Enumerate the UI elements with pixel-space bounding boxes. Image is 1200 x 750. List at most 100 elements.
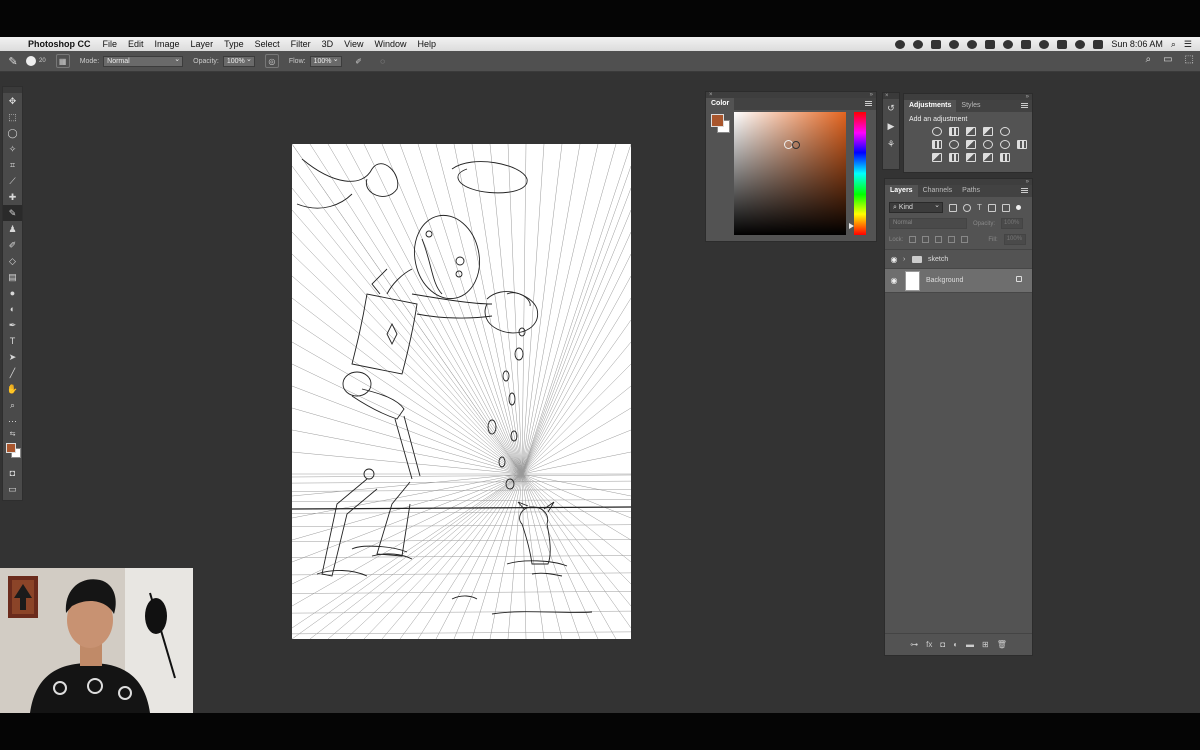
menu-file[interactable]: File (103, 39, 118, 49)
menu-layer[interactable]: Layer (191, 39, 214, 49)
hand-tool-icon[interactable]: ✋ (3, 381, 22, 397)
hue-saturation-icon[interactable] (932, 140, 942, 149)
line-tool-icon[interactable]: ╱ (3, 365, 22, 381)
marquee-tool-icon[interactable]: ⬚ (3, 109, 22, 125)
tab-styles[interactable]: Styles (956, 100, 985, 112)
brush-panel-toggle-icon[interactable]: ▦ (55, 54, 70, 68)
selective-color-icon[interactable] (983, 153, 993, 162)
status-screen-icon[interactable] (931, 39, 942, 49)
status-bluetooth-icon[interactable] (1057, 39, 1068, 49)
channel-mixer-icon[interactable] (1000, 140, 1010, 149)
lock-image-icon[interactable] (922, 236, 930, 243)
tab-channels[interactable]: Channels (918, 185, 958, 197)
posterize-icon[interactable] (949, 153, 959, 162)
healing-brush-tool-icon[interactable]: ✚ (3, 189, 22, 205)
status-eye-icon[interactable] (1003, 39, 1014, 49)
layer-row-sketch[interactable]: ◉ › sketch (885, 250, 1032, 269)
brush-preset-picker[interactable]: 20 (26, 56, 46, 66)
photo-filter-icon[interactable] (983, 140, 993, 149)
lock-all-icon[interactable] (961, 236, 969, 243)
hue-slider[interactable] (854, 112, 866, 235)
color-lookup-icon[interactable] (1017, 140, 1027, 149)
exposure-icon[interactable] (983, 127, 993, 136)
brightness-contrast-icon[interactable] (932, 127, 942, 136)
history-brush-tool-icon[interactable]: ✐ (3, 237, 22, 253)
tab-layers[interactable]: Layers (885, 185, 918, 197)
status-record-icon[interactable] (913, 39, 924, 49)
tab-paths[interactable]: Paths (957, 185, 985, 197)
layer-name[interactable]: sketch (928, 256, 948, 263)
visibility-eye-icon[interactable]: ◉ (885, 255, 903, 264)
delete-layer-icon[interactable]: 🗑 (997, 640, 1007, 649)
quick-mask-icon[interactable]: ◘ (3, 465, 22, 481)
pressure-opacity-icon[interactable]: ◎ (264, 54, 279, 68)
hue-slider-knob-icon[interactable] (849, 223, 854, 229)
vibrance-icon[interactable] (1000, 127, 1010, 136)
layer-name[interactable]: Background (926, 277, 963, 284)
filter-adjustment-icon[interactable] (963, 203, 971, 212)
eraser-tool-icon[interactable]: ◇ (3, 253, 22, 269)
flow-input[interactable]: 100% (309, 55, 342, 67)
layer-lock-icon[interactable] (1016, 276, 1022, 282)
screen-mode-icon[interactable]: ▭ (3, 481, 22, 497)
color-panel-foreground-swatch[interactable] (711, 114, 724, 127)
new-group-icon[interactable]: ▬ (966, 640, 974, 649)
panel-menu-icon[interactable] (865, 101, 872, 106)
status-creative-cloud-icon[interactable] (967, 39, 978, 49)
layer-row-background[interactable]: ◉ Background (885, 269, 1032, 293)
menu-type[interactable]: Type (224, 39, 244, 49)
pressure-size-icon[interactable]: ◌ (376, 54, 390, 68)
layer-style-fx-icon[interactable]: fx (926, 640, 932, 649)
crop-tool-icon[interactable]: ⌗ (3, 157, 22, 173)
search-icon[interactable]: ⌕ (1145, 54, 1151, 65)
lock-position-icon[interactable] (935, 236, 943, 243)
mode-select[interactable]: Normal (103, 55, 184, 67)
brush-settings-panel-icon[interactable]: ⚘ (883, 135, 899, 153)
dodge-tool-icon[interactable]: ◐ (3, 301, 22, 317)
status-app-icon[interactable] (895, 39, 906, 49)
new-adjustment-layer-icon[interactable]: ◐ (953, 640, 958, 649)
menu-view[interactable]: View (344, 39, 363, 49)
visibility-eye-icon[interactable]: ◉ (885, 276, 903, 285)
levels-icon[interactable] (949, 127, 959, 136)
menu-3d[interactable]: 3D (322, 39, 334, 49)
menu-filter[interactable]: Filter (291, 39, 311, 49)
status-time-machine-icon[interactable] (1039, 39, 1050, 49)
gradient-tool-icon[interactable]: ▤ (3, 269, 22, 285)
menu-window[interactable]: Window (374, 39, 406, 49)
invert-icon[interactable] (932, 153, 942, 162)
blur-tool-icon[interactable]: ● (3, 285, 22, 301)
filter-smart-object-icon[interactable] (1001, 203, 1010, 212)
airbrush-icon[interactable]: ✐ (352, 54, 366, 68)
spotlight-icon[interactable]: ⌕ (1171, 39, 1176, 50)
status-wifi-icon[interactable] (1075, 39, 1086, 49)
zoom-tool-icon[interactable]: ⌕ (3, 397, 22, 413)
move-tool-icon[interactable]: ✥ (3, 93, 22, 109)
document-canvas[interactable] (292, 144, 631, 639)
gradient-map-icon[interactable] (1000, 153, 1010, 162)
path-selection-tool-icon[interactable]: ➤ (3, 349, 22, 365)
new-layer-icon[interactable]: ⊞ (982, 640, 989, 649)
layer-opacity-input[interactable]: 100% (1001, 218, 1024, 229)
lock-artboard-icon[interactable] (948, 236, 956, 243)
blend-mode-select[interactable]: Normal (889, 218, 967, 229)
threshold-icon[interactable] (966, 153, 976, 162)
filter-toggle-icon[interactable] (1015, 205, 1021, 210)
curves-icon[interactable] (966, 127, 976, 136)
foreground-color-swatch[interactable] (6, 443, 16, 453)
filter-shape-icon[interactable] (987, 203, 996, 212)
status-volume-icon[interactable] (1093, 39, 1104, 49)
eyedropper-tool-icon[interactable]: ⟋ (3, 173, 22, 189)
add-mask-icon[interactable]: ◘ (940, 640, 945, 649)
filter-type-icon[interactable]: T (977, 203, 982, 212)
layers-menu-icon[interactable] (1021, 188, 1028, 193)
type-tool-icon[interactable]: T (3, 333, 22, 349)
color-balance-icon[interactable] (949, 140, 959, 149)
pen-tool-icon[interactable]: ✒ (3, 317, 22, 333)
status-dropbox-icon[interactable] (985, 39, 996, 49)
lasso-tool-icon[interactable]: ◯ (3, 125, 22, 141)
status-sync-icon[interactable] (949, 39, 960, 49)
actions-panel-icon[interactable]: ▶ (883, 117, 899, 135)
color-swatches[interactable] (3, 439, 22, 465)
app-menu[interactable]: Photoshop CC (28, 39, 91, 49)
